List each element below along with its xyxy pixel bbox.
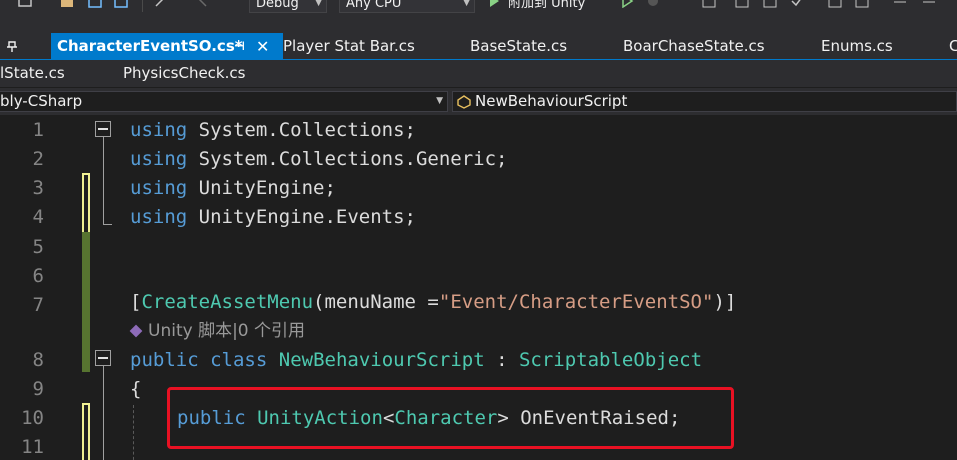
tab-charactereventso[interactable]: CharacterEventSO.cs* ⊣ ✕: [51, 33, 283, 60]
line-number: 3: [32, 177, 44, 199]
unsaved-change-bar: [82, 173, 90, 235]
toolbar-separator: [142, 0, 143, 12]
indent-guide: [133, 405, 134, 460]
tab-boarchasestate[interactable]: BoarChaseState.cs: [623, 33, 765, 60]
code-editor[interactable]: 1 2 3 4 5 6 7 8 9 10 11 using System.Col…: [0, 115, 957, 460]
code-text: )]: [713, 291, 737, 313]
navigate-icon[interactable]: [735, 0, 749, 8]
line-number: 1: [32, 119, 44, 141]
redo-icon[interactable]: [194, 0, 208, 8]
unity-cube-icon: [129, 324, 143, 338]
line-number: 11: [21, 436, 44, 458]
attach-to-unity-button[interactable]: 附加到 Unity: [508, 0, 585, 13]
chevron-down-icon: ▼: [436, 96, 443, 106]
solution-explorer-icon[interactable]: [18, 0, 32, 8]
bookmark-icon[interactable]: [828, 0, 842, 8]
chevron-down-icon: ▼: [315, 0, 322, 8]
base-class-name: ScriptableObject: [518, 349, 703, 371]
project-name: bly-CSharp: [0, 92, 83, 110]
tab-label: CharacterEventSO.cs*: [57, 37, 243, 55]
tab-basestate[interactable]: BaseState.cs: [470, 33, 567, 60]
tab-player-stat-bar[interactable]: Player Stat Bar.cs: [283, 33, 415, 60]
saved-change-bar: [82, 232, 90, 372]
line-number: 10: [21, 407, 44, 429]
tab-state-truncated[interactable]: lState.cs: [0, 60, 65, 87]
code-line-4: using UnityEngine.Events;: [130, 202, 416, 232]
keyword: using: [130, 206, 188, 228]
collapse-icon[interactable]: [95, 350, 111, 366]
line-number: 6: [32, 265, 44, 287]
line-number: 5: [32, 236, 44, 258]
navigation-bar: bly-CSharp ▼ NewBehaviourScript: [0, 88, 957, 116]
codelens-text[interactable]: Unity 脚本|0 个引用: [148, 321, 305, 341]
line-number: 8: [32, 349, 44, 371]
open-folder-icon[interactable]: [60, 0, 74, 8]
save-all-icon[interactable]: [114, 0, 128, 8]
tab-well-top: [0, 14, 957, 33]
code-text: :: [484, 349, 519, 371]
fold-end: [103, 224, 112, 225]
chevron-down-icon: ▼: [463, 0, 470, 8]
class-name: NewBehaviourScript: [278, 349, 485, 371]
check-icon[interactable]: [790, 0, 804, 8]
attribute-name: CreateAssetMenu: [141, 291, 314, 313]
configuration-dropdown[interactable]: Debug ▼: [249, 0, 327, 13]
collapse-icon[interactable]: [95, 121, 111, 137]
find-icon[interactable]: [702, 0, 716, 8]
tab-close-icon[interactable]: ✕: [256, 33, 269, 60]
code-line-8: public class NewBehaviourScript : Script…: [130, 345, 702, 375]
string-literal: "Event/CharacterEventSO": [438, 291, 714, 313]
line-number: 2: [32, 148, 44, 170]
open-brace: {: [130, 378, 142, 400]
platform-dropdown[interactable]: Any CPU ▼: [339, 0, 475, 13]
code-text: UnityEngine.Events;: [187, 206, 416, 228]
line-number: 4: [32, 206, 44, 228]
highlight-annotation-box: [167, 387, 734, 449]
code-line-1: using System.Collections;: [130, 115, 416, 145]
play-icon[interactable]: [487, 0, 501, 8]
member-name: NewBehaviourScript: [475, 92, 628, 110]
line-number: 9: [32, 378, 44, 400]
class-icon: [457, 95, 471, 109]
code-line-3: using UnityEngine;: [130, 173, 336, 203]
comment-icon[interactable]: [893, 0, 907, 8]
project-dropdown[interactable]: bly-CSharp ▼: [0, 91, 448, 112]
member-dropdown[interactable]: NewBehaviourScript: [452, 91, 957, 112]
line-number: 7: [32, 294, 44, 316]
platform-value: Any CPU: [346, 0, 402, 11]
keyword: using: [130, 177, 188, 199]
code-line-9: {: [130, 374, 141, 404]
fold-guide: [103, 137, 104, 225]
keyword: class: [210, 349, 268, 371]
undo-icon[interactable]: [154, 0, 168, 8]
document-tabs-row-2: lState.cs PhysicsCheck.cs: [0, 60, 957, 87]
toolbox-icon[interactable]: [763, 0, 777, 8]
code-line-7: [CreateAssetMenu(menuName ="Event/Charac…: [130, 287, 736, 317]
configuration-value: Debug: [256, 0, 299, 11]
keyword: using: [130, 119, 188, 141]
record-icon[interactable]: [646, 0, 660, 8]
toolbar: Debug ▼ Any CPU ▼ 附加到 Unity: [0, 0, 957, 14]
codelens[interactable]: Unity 脚本|0 个引用: [129, 316, 305, 346]
unsaved-change-bar: [82, 403, 90, 460]
document-tabs-row-1: CharacterEventSO.cs* ⊣ ✕ Player Stat Bar…: [0, 33, 957, 60]
pin-icon[interactable]: [6, 41, 18, 53]
tab-pin-icon[interactable]: ⊣: [234, 33, 245, 60]
code-text: UnityEngine;: [187, 177, 336, 199]
code-text: System.Collections;: [187, 119, 416, 141]
code-text: System.Collections.Generic;: [187, 148, 508, 170]
tab-enums[interactable]: Enums.cs: [821, 33, 893, 60]
code-line-2: using System.Collections.Generic;: [130, 144, 508, 174]
keyword: public: [130, 349, 199, 371]
keyword: using: [130, 148, 188, 170]
fold-guide: [103, 366, 104, 460]
uncomment-icon[interactable]: [922, 0, 936, 8]
code-text: (menuName =: [313, 291, 439, 313]
layout-icon[interactable]: [855, 0, 869, 8]
tab-truncated[interactable]: C: [949, 33, 957, 60]
tab-physicscheck[interactable]: PhysicsCheck.cs: [123, 60, 245, 87]
start-without-debug-icon[interactable]: [620, 0, 634, 8]
code-text: [: [130, 291, 142, 313]
save-icon[interactable]: [88, 0, 102, 8]
